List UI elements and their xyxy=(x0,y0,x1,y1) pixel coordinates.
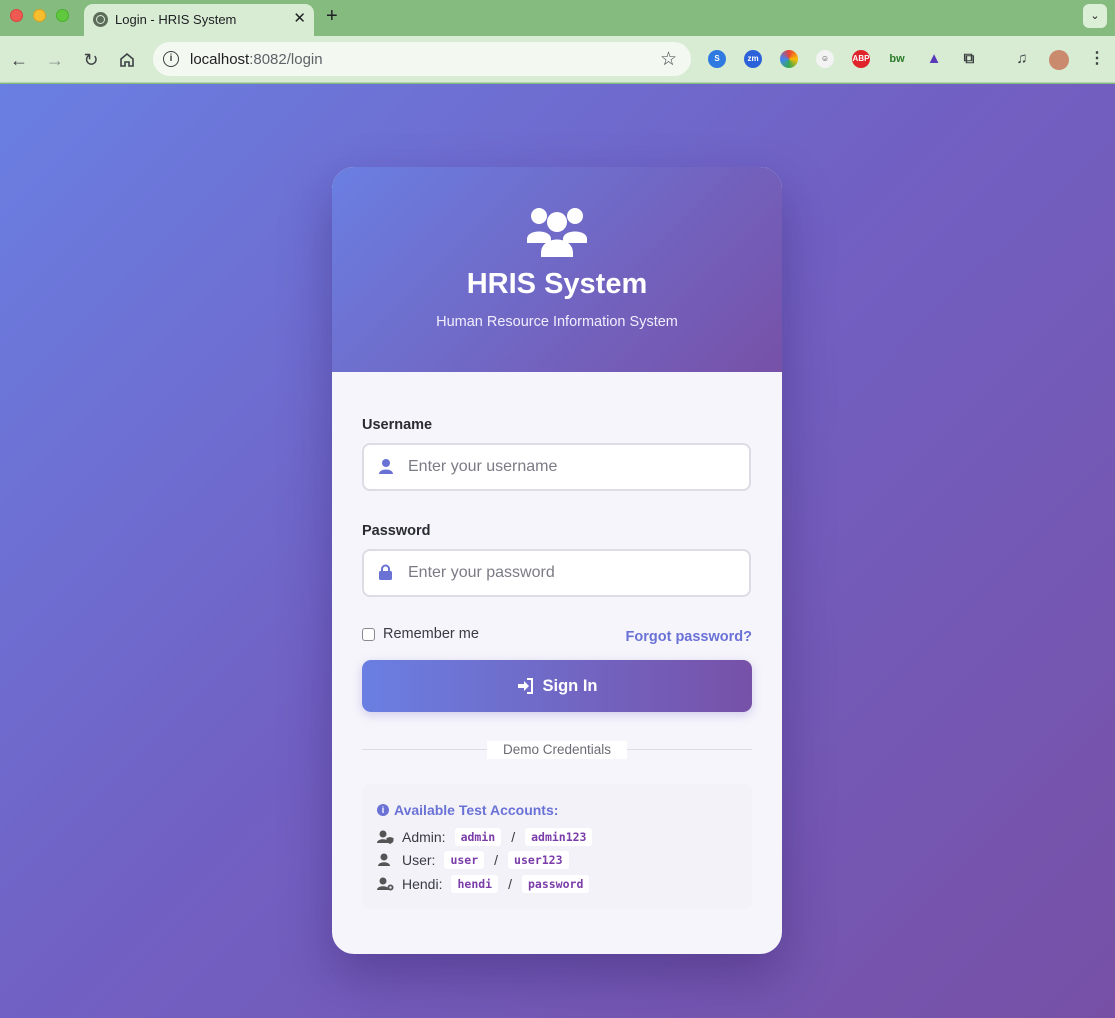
checkbox-box[interactable] xyxy=(362,627,375,641)
sign-in-button[interactable]: Sign In xyxy=(362,660,752,712)
page-subtitle: Human Resource Information System xyxy=(436,314,678,330)
separator-slash: / xyxy=(494,852,499,868)
lock-icon xyxy=(379,564,392,580)
user-icon xyxy=(378,853,390,866)
globe-icon xyxy=(93,12,108,27)
remember-me-label: Remember me xyxy=(383,626,479,642)
browser-tab[interactable]: Login - HRIS System ✕ xyxy=(84,4,314,36)
extension-zm-icon[interactable]: zm xyxy=(744,50,762,68)
account-role: Admin: xyxy=(402,829,446,845)
separator-slash: / xyxy=(511,829,516,845)
account-password: password xyxy=(521,875,590,893)
site-info-icon[interactable]: i xyxy=(163,51,179,67)
password-field[interactable] xyxy=(362,549,751,597)
new-tab-button[interactable]: + xyxy=(326,5,338,27)
extension-cap-icon[interactable]: ▲ xyxy=(925,50,943,68)
close-window-button[interactable] xyxy=(10,9,23,22)
demo-accounts-box: i Available Test Accounts: Admin: admin … xyxy=(362,784,752,909)
maximize-window-button[interactable] xyxy=(56,9,69,22)
extension-s-icon[interactable]: S xyxy=(708,50,726,68)
demo-accounts-title-text: Available Test Accounts: xyxy=(394,802,559,818)
username-field[interactable] xyxy=(362,443,751,491)
extension-color-icon[interactable] xyxy=(780,50,798,68)
forgot-password-link[interactable]: Forgot password? xyxy=(626,629,752,645)
tab-search-chevron-icon[interactable]: ⌄ xyxy=(1083,4,1107,28)
account-role: User: xyxy=(402,852,436,868)
extension-bw-icon[interactable]: bw xyxy=(888,50,906,68)
account-password: admin123 xyxy=(525,828,593,846)
info-icon: i xyxy=(377,804,389,816)
home-icon[interactable] xyxy=(116,49,138,71)
account-row-admin: Admin: admin / admin123 xyxy=(377,828,593,846)
account-role: Hendi: xyxy=(402,876,443,892)
users-icon xyxy=(527,208,587,257)
card-header: HRIS System Human Resource Information S… xyxy=(332,167,782,372)
browser-toolbar: ← → ↻ i localhost:8082/login ☆ S zm ☺ AB… xyxy=(0,36,1115,107)
extension-abp-icon[interactable]: ABP xyxy=(852,50,870,68)
url-text[interactable]: localhost:8082/login xyxy=(190,51,323,68)
profile-avatar[interactable] xyxy=(1049,50,1069,70)
reload-icon[interactable]: ↻ xyxy=(80,49,102,71)
demo-accounts-title: i Available Test Accounts: xyxy=(377,802,558,818)
forward-icon[interactable]: → xyxy=(44,49,66,71)
remember-me-checkbox[interactable]: Remember me xyxy=(362,626,479,642)
back-icon[interactable]: ← xyxy=(8,49,30,71)
account-username: admin xyxy=(454,828,502,846)
sign-in-label: Sign In xyxy=(542,676,598,695)
extension-face-icon[interactable]: ☺ xyxy=(816,50,834,68)
user-icon xyxy=(379,459,393,474)
username-label: Username xyxy=(362,417,433,433)
menu-kebab-icon[interactable]: ⋮ xyxy=(1088,50,1106,68)
address-bar[interactable]: i localhost:8082/login ☆ xyxy=(153,42,691,76)
browser-tab-bar: Login - HRIS System ✕ + ⌄ xyxy=(0,0,1115,36)
tab-close-icon[interactable]: ✕ xyxy=(293,10,306,28)
login-card: HRIS System Human Resource Information S… xyxy=(332,167,782,954)
user-shield-icon xyxy=(377,830,394,844)
username-input[interactable] xyxy=(408,445,738,489)
account-username: user xyxy=(444,851,485,869)
account-password: user123 xyxy=(508,851,569,869)
password-label: Password xyxy=(362,523,431,539)
separator-slash: / xyxy=(508,876,512,892)
page-title: HRIS System xyxy=(466,268,648,300)
account-row-user: User: user / user123 xyxy=(377,851,569,869)
sign-in-icon xyxy=(517,678,533,694)
login-page: HRIS System Human Resource Information S… xyxy=(0,84,1115,1018)
minimize-window-button[interactable] xyxy=(33,9,46,22)
demo-credentials-heading: Demo Credentials xyxy=(487,741,627,759)
tab-title: Login - HRIS System xyxy=(115,12,237,27)
extensions-puzzle-icon[interactable]: ⧉ xyxy=(960,50,978,68)
account-username: hendi xyxy=(451,875,499,893)
account-row-hendi: Hendi: hendi / password xyxy=(377,875,590,893)
user-cog-icon xyxy=(377,877,394,891)
bookmark-star-icon[interactable]: ☆ xyxy=(660,48,677,71)
password-input[interactable] xyxy=(408,551,738,595)
media-control-icon[interactable]: ♫ xyxy=(1013,50,1031,68)
